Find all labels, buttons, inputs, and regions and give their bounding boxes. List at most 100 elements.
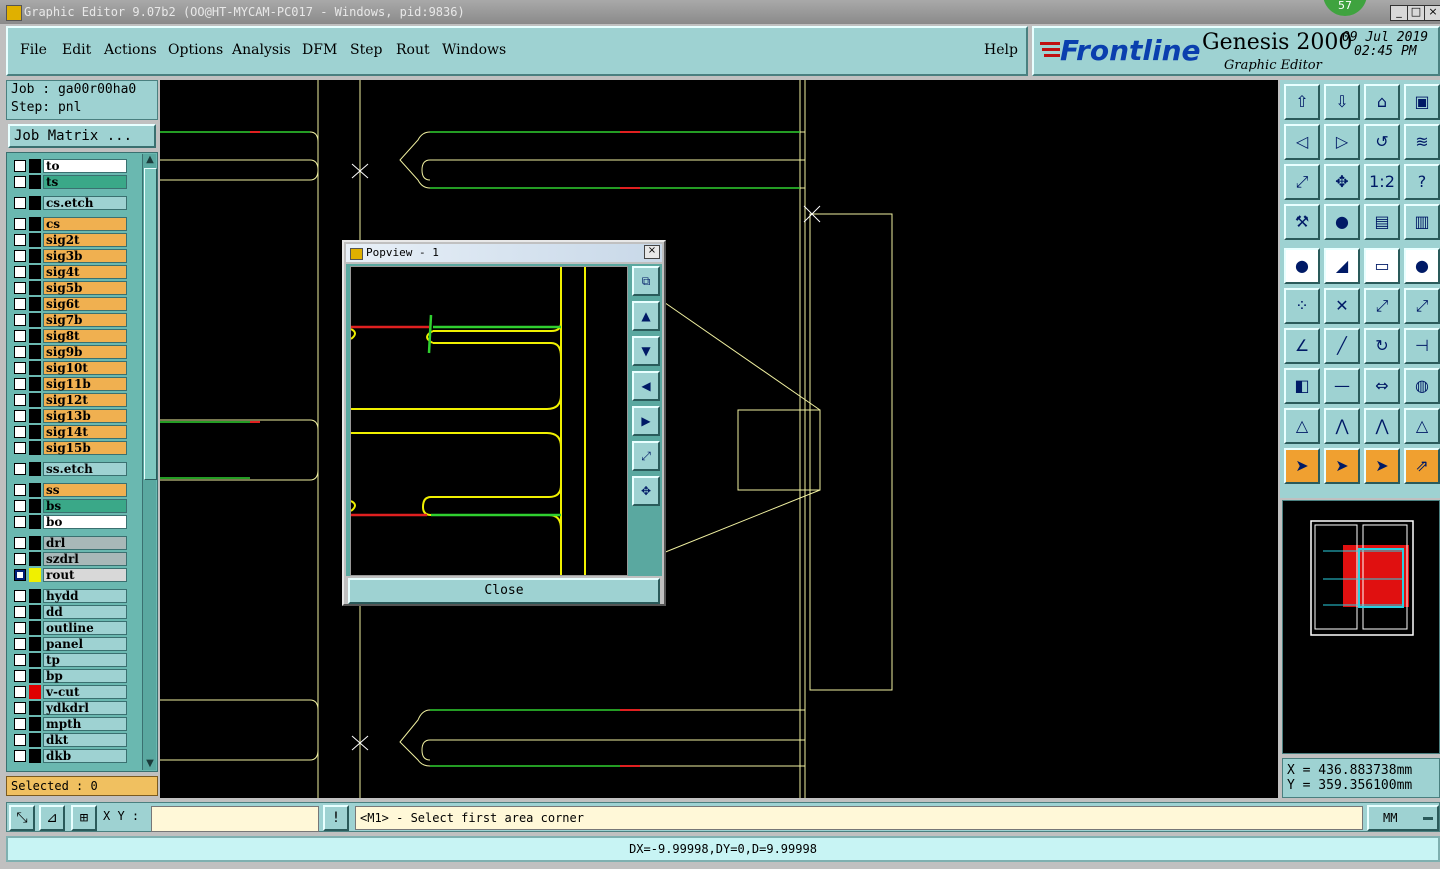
layer-name[interactable]: dkb <box>43 749 127 763</box>
layer-name[interactable]: mpth <box>43 717 127 731</box>
notification-badge[interactable]: 57 <box>1323 0 1367 16</box>
layer-row-dd[interactable]: dd <box>11 605 133 619</box>
layer-row-sig8t[interactable]: sig8t <box>11 329 133 343</box>
layer-checkbox[interactable] <box>14 266 26 278</box>
layer-name[interactable]: hydd <box>43 589 127 603</box>
layer-name[interactable]: sig14t <box>43 425 127 439</box>
menu-options[interactable]: Options <box>168 42 223 58</box>
layer-checkbox[interactable] <box>14 346 26 358</box>
help-button[interactable]: ? <box>1404 164 1440 200</box>
layer-row-sig11b[interactable]: sig11b <box>11 377 133 391</box>
layer-color-swatch[interactable] <box>29 393 41 407</box>
layer-color-swatch[interactable] <box>29 621 41 635</box>
layer-checkbox[interactable] <box>14 569 26 581</box>
layer-row-sig13b[interactable]: sig13b <box>11 409 133 423</box>
menu-dfm[interactable]: DFM <box>302 42 337 58</box>
popview-zoom-fit-button[interactable]: ⤢ <box>632 441 660 471</box>
pointer-select-button[interactable]: ➤ <box>1324 448 1360 484</box>
layer-row-bp[interactable]: bp <box>11 669 133 683</box>
layer-color-swatch[interactable] <box>29 515 41 529</box>
scroll-up-icon[interactable]: ▲ <box>144 154 156 166</box>
scale-button[interactable]: 1:2 <box>1364 164 1400 200</box>
layer-checkbox[interactable] <box>14 484 26 496</box>
cross-button[interactable]: ✕ <box>1324 288 1360 324</box>
menu-edit[interactable]: Edit <box>62 42 91 58</box>
layer-name[interactable]: sig10t <box>43 361 127 375</box>
layer-checkbox[interactable] <box>14 176 26 188</box>
next-button[interactable]: ▷ <box>1324 124 1360 160</box>
net-pointer-button[interactable]: ⇗ <box>1404 448 1440 484</box>
layer-color-swatch[interactable] <box>29 425 41 439</box>
connect-button[interactable]: ⁘ <box>1284 288 1320 324</box>
popview-canvas[interactable] <box>350 266 628 576</box>
undo-button[interactable]: ↺ <box>1364 124 1400 160</box>
layer-color-swatch[interactable] <box>29 196 41 210</box>
layer-name[interactable]: sig11b <box>43 377 127 391</box>
layer-row-sig12t[interactable]: sig12t <box>11 393 133 407</box>
layer-checkbox[interactable] <box>14 234 26 246</box>
layer-row-hydd[interactable]: hydd <box>11 589 133 603</box>
prev-button[interactable]: ◁ <box>1284 124 1320 160</box>
layer-checkbox[interactable] <box>14 298 26 310</box>
layer-checkbox[interactable] <box>14 590 26 602</box>
menu-actions[interactable]: Actions <box>104 42 157 58</box>
layer-name[interactable]: drl <box>43 536 127 550</box>
layer-color-swatch[interactable] <box>29 749 41 763</box>
layer-checkbox[interactable] <box>14 686 26 698</box>
layer-color-swatch[interactable] <box>29 297 41 311</box>
mirror-button[interactable]: ⊣ <box>1404 328 1440 364</box>
snap-button[interactable]: ⤡ <box>9 805 35 831</box>
popview-pan-left-button[interactable]: ◀ <box>632 371 660 401</box>
popview-zoom-up-button[interactable]: ▲ <box>632 301 660 331</box>
minus-button[interactable]: — <box>1324 368 1360 404</box>
layer-scrollbar[interactable]: ▲ ▼ <box>142 154 157 770</box>
layer-color-swatch[interactable] <box>29 552 41 566</box>
layer-checkbox[interactable] <box>14 160 26 172</box>
layer-name[interactable]: v-cut <box>43 685 127 699</box>
triangle-c-button[interactable]: ⋀ <box>1364 408 1400 444</box>
layer-row-tp[interactable]: tp <box>11 653 133 667</box>
layer-row-ydkdrl[interactable]: ydkdrl <box>11 701 133 715</box>
layer-color-swatch[interactable] <box>29 685 41 699</box>
layer-name[interactable]: panel <box>43 637 127 651</box>
layer-color-swatch[interactable] <box>29 345 41 359</box>
layer-checkbox[interactable] <box>14 426 26 438</box>
layer-row-sig5b[interactable]: sig5b <box>11 281 133 295</box>
layer-row-rout[interactable]: rout <box>11 568 133 582</box>
layer-row-to[interactable]: to <box>11 159 133 173</box>
layer-checkbox[interactable] <box>14 394 26 406</box>
layer-name[interactable]: sig7b <box>43 313 127 327</box>
move-line-button[interactable]: ⤢ <box>1404 288 1440 324</box>
popview-close-icon[interactable]: × <box>644 245 660 259</box>
layer-row-ts[interactable]: ts <box>11 175 133 189</box>
layer-color-swatch[interactable] <box>29 462 41 476</box>
triangle-b-button[interactable]: ⋀ <box>1324 408 1360 444</box>
menu-rout[interactable]: Rout <box>396 42 430 58</box>
layer-checkbox[interactable] <box>14 718 26 730</box>
layer-checkbox[interactable] <box>14 734 26 746</box>
layer-checkbox[interactable] <box>14 463 26 475</box>
layer-row-sig15b[interactable]: sig15b <box>11 441 133 455</box>
layer-color-swatch[interactable] <box>29 441 41 455</box>
layer-color-swatch[interactable] <box>29 653 41 667</box>
layer-name[interactable]: ts <box>43 175 127 189</box>
layer-filter-button[interactable]: ▤ <box>1364 204 1400 240</box>
layer-checkbox[interactable] <box>14 654 26 666</box>
angle-button[interactable]: ∠ <box>1284 328 1320 364</box>
layer-color-swatch[interactable] <box>29 605 41 619</box>
menu-analysis[interactable]: Analysis <box>232 42 291 58</box>
open-step-button[interactable]: ⇧ <box>1284 84 1320 120</box>
pointer-button[interactable]: ➤ <box>1284 448 1320 484</box>
layer-filter-alt-button[interactable]: ▥ <box>1404 204 1440 240</box>
layer-row-cs[interactable]: cs <box>11 217 133 231</box>
layer-checkbox[interactable] <box>14 537 26 549</box>
grid-snap-button[interactable]: ⊿ <box>39 805 65 831</box>
layer-checkbox[interactable] <box>14 702 26 714</box>
layer-checkbox[interactable] <box>14 553 26 565</box>
arc-button[interactable]: ↻ <box>1364 328 1400 364</box>
save-button[interactable]: ⇩ <box>1324 84 1360 120</box>
layer-name[interactable]: outline <box>43 621 127 635</box>
close-window-button[interactable]: × <box>1424 5 1440 21</box>
layer-color-swatch[interactable] <box>29 669 41 683</box>
layer-row-cs.etch[interactable]: cs.etch <box>11 196 133 210</box>
